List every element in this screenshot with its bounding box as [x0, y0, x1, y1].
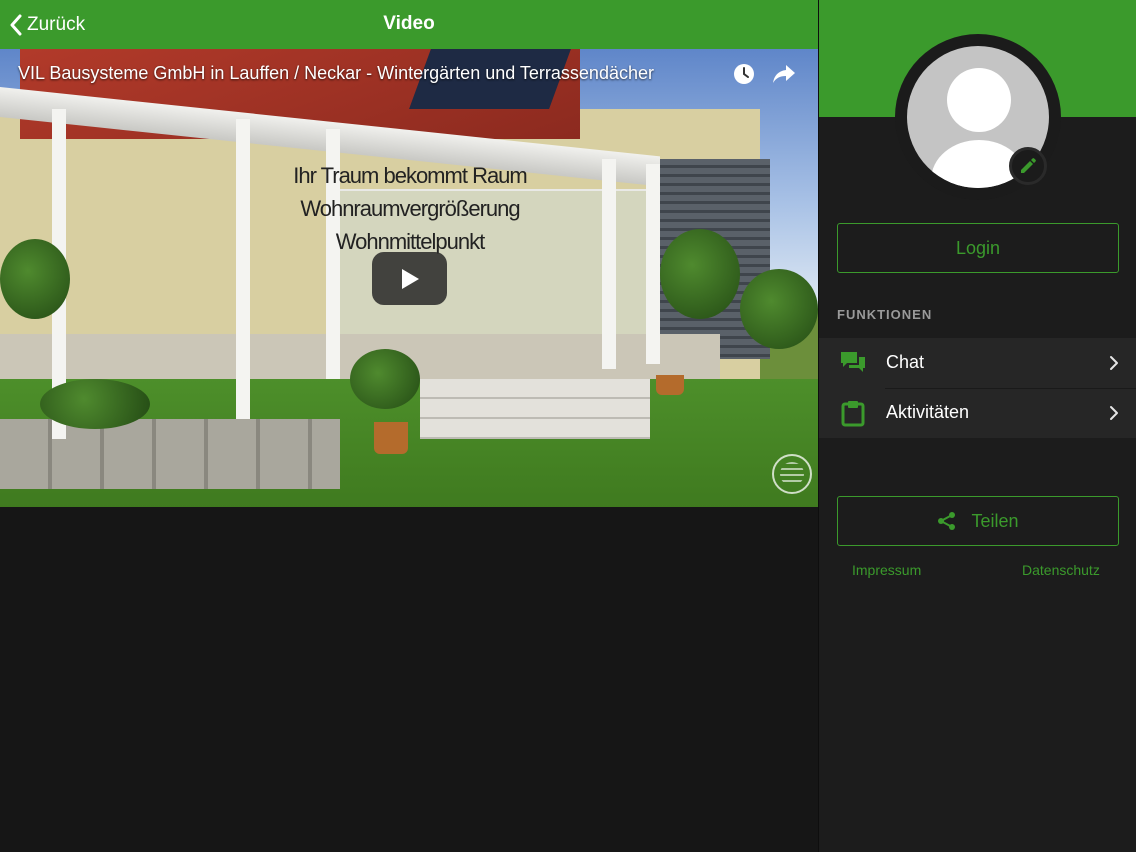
- share-label: Teilen: [971, 510, 1019, 531]
- menu-item-aktivitaeten[interactable]: Aktivitäten: [819, 388, 1136, 438]
- menu-item-chat[interactable]: Chat: [819, 338, 1136, 388]
- video-thumbnail-post: [602, 159, 616, 369]
- clipboard-icon: [841, 401, 865, 427]
- datenschutz-link[interactable]: Datenschutz: [1022, 562, 1100, 578]
- video-title[interactable]: VIL Bausysteme GmbH in Lauffen / Neckar …: [18, 63, 654, 84]
- play-button[interactable]: [372, 252, 447, 305]
- login-button[interactable]: Login: [837, 223, 1119, 273]
- function-menu: Chat Aktivitäten: [819, 338, 1136, 438]
- chevron-right-icon: [1110, 406, 1118, 420]
- video-thumbnail-post: [236, 119, 250, 419]
- main-panel: Zurück Video VIL Bausysteme GmbH in Lauf…: [0, 0, 818, 852]
- watch-later-icon[interactable]: [733, 63, 755, 85]
- caption-line: Ihr Traum bekommt Raum: [293, 163, 528, 188]
- share-button[interactable]: Teilen: [837, 496, 1119, 546]
- pencil-icon: [1021, 158, 1036, 173]
- section-label-funktionen: FUNKTIONEN: [837, 307, 933, 322]
- channel-logo-icon: [772, 454, 812, 494]
- video-player[interactable]: VIL Bausysteme GmbH in Lauffen / Neckar …: [0, 49, 818, 507]
- share-arrow-icon[interactable]: [772, 63, 796, 85]
- video-thumbnail-shrub: [660, 229, 740, 319]
- sidebar: Login FUNKTIONEN Chat Aktivitäten Teilen…: [818, 0, 1136, 852]
- video-thumbnail-shrub: [40, 379, 150, 429]
- video-thumbnail-stone-wall: [0, 419, 340, 489]
- video-thumbnail-shrub: [350, 349, 420, 409]
- video-caption: Ihr Traum bekommt Raum Wohnraumvergrößer…: [270, 159, 550, 258]
- video-thumbnail-flower-pot: [374, 422, 408, 454]
- video-thumbnail-flower-pot: [656, 375, 684, 395]
- video-thumbnail-steps: [420, 379, 650, 439]
- avatar-head: [947, 68, 1011, 132]
- chevron-right-icon: [1110, 356, 1118, 370]
- video-thumbnail-shrub: [0, 239, 70, 319]
- menu-item-label: Chat: [886, 352, 925, 372]
- impressum-link[interactable]: Impressum: [852, 562, 921, 578]
- share-icon: [938, 512, 956, 530]
- play-icon: [402, 269, 419, 289]
- edit-avatar-button[interactable]: [1009, 147, 1047, 185]
- video-thumbnail-post: [646, 164, 660, 364]
- caption-line: Wohnraumvergrößerung: [300, 196, 520, 221]
- video-thumbnail-shrub: [740, 269, 818, 349]
- page-title: Video: [383, 13, 435, 34]
- top-bar: Zurück Video: [0, 0, 818, 49]
- chat-icon: [841, 352, 865, 372]
- menu-item-label: Aktivitäten: [886, 402, 970, 422]
